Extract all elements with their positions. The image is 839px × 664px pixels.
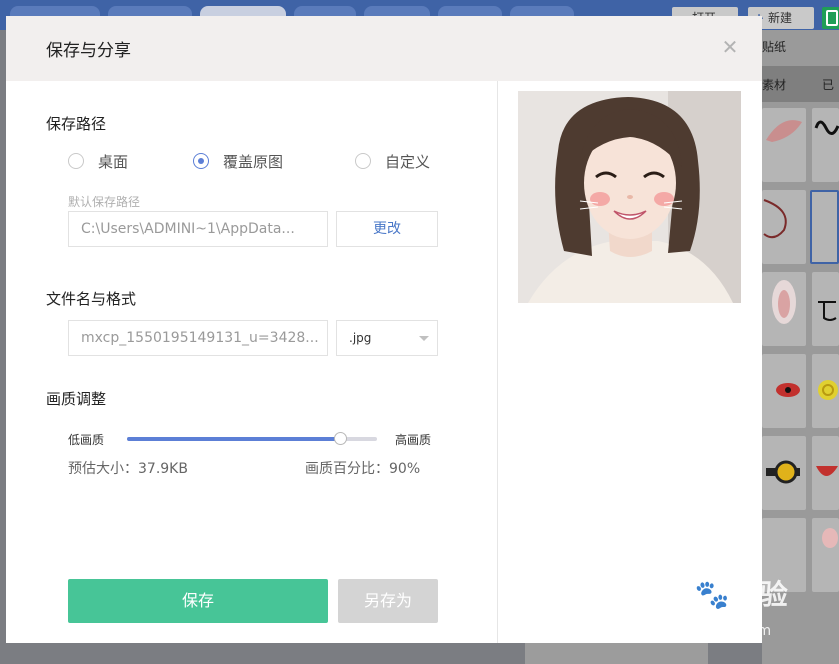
export-icon[interactable] (822, 7, 839, 29)
sticker-thumb[interactable] (762, 436, 806, 510)
radio-circle[interactable] (355, 153, 371, 169)
radio-label: 自定义 (385, 153, 431, 171)
dialog-title: 保存与分享 (46, 41, 131, 61)
tab-used[interactable]: 已 (822, 76, 834, 93)
save-path-field[interactable]: C:\Users\ADMINI~1\AppData... (68, 211, 328, 247)
file-format-heading: 文件名与格式 (46, 290, 137, 308)
radio-label: 桌面 (98, 153, 129, 171)
image-preview (518, 91, 741, 303)
sticker-panel-tabs: 素材 已 (762, 66, 839, 102)
sticker-thumb-selected[interactable] (810, 190, 839, 264)
radio-label: 覆盖原图 (223, 153, 284, 171)
portrait-photo (518, 91, 741, 303)
baidu-watermark: Bai🐾经验 jingyan.baidu.com (642, 573, 789, 639)
change-path-button[interactable]: 更改 (336, 211, 438, 247)
chevron-down-icon (419, 336, 429, 341)
tab-materials[interactable]: 素材 (762, 76, 786, 93)
estimated-size-text: 预估大小：37.9KB (68, 461, 188, 477)
sticker-thumb[interactable] (762, 354, 806, 428)
watermark-brand-suffix: 经验 (730, 578, 789, 611)
sticker-panel-title: 贴纸 (762, 40, 787, 54)
sticker-thumb[interactable] (812, 354, 839, 428)
filename-field[interactable]: mxcp_1550195149131_u=3428... (68, 320, 328, 356)
save-share-dialog: 保存与分享 ✕ 保存路径 桌面 覆盖原图 自定义 默认保存路径 C:\Users… (6, 16, 762, 643)
default-path-label: 默认保存路径 (68, 195, 141, 209)
quality-slider[interactable] (127, 432, 377, 445)
sticker-thumb[interactable] (812, 272, 839, 346)
watermark-brand: Bai (642, 578, 695, 611)
sticker-thumb[interactable] (762, 190, 806, 264)
sticker-thumb[interactable] (812, 436, 839, 510)
sticker-thumb[interactable] (812, 518, 839, 592)
quality-heading: 画质调整 (46, 390, 107, 408)
bg-bottom-bar (525, 640, 708, 664)
watermark-url: jingyan.baidu.com (642, 623, 772, 639)
close-icon[interactable]: ✕ (720, 37, 740, 57)
sticker-thumb[interactable] (812, 108, 839, 182)
quality-slider-thumb[interactable] (333, 432, 347, 445)
dialog-header: 保存与分享 ✕ (6, 16, 762, 81)
save-button[interactable]: 保存 (68, 579, 328, 623)
format-select[interactable]: .jpg (336, 320, 438, 356)
format-select-value: .jpg (349, 331, 372, 345)
high-quality-label: 高画质 (395, 433, 432, 447)
radio-circle[interactable] (68, 153, 84, 169)
divider (497, 81, 498, 643)
save-path-heading: 保存路径 (46, 115, 107, 133)
paw-icon: 🐾 (694, 578, 731, 611)
quality-percent-text: 画质百分比：90% (305, 461, 421, 477)
sticker-thumb[interactable] (762, 108, 806, 182)
quality-slider-fill (127, 437, 340, 441)
low-quality-label: 低画质 (68, 433, 105, 447)
radio-circle-selected[interactable] (193, 153, 209, 169)
sticker-thumb[interactable] (762, 272, 806, 346)
save-as-button[interactable]: 另存为 (338, 579, 438, 623)
